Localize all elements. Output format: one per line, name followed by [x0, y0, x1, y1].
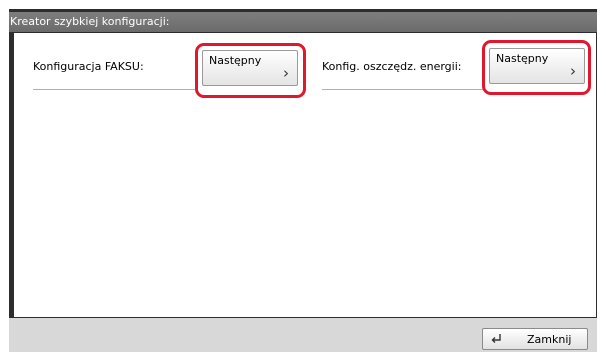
return-arrow-icon [491, 334, 501, 343]
close-button[interactable]: Zamknij [482, 328, 588, 350]
energy-config-label: Konfig. oszczędz. energii: [322, 60, 462, 73]
fax-config-label: Konfiguracja FAKSU: [33, 60, 144, 73]
close-button-label: Zamknij [527, 333, 572, 346]
row-divider [322, 89, 484, 90]
highlight-box [482, 40, 591, 95]
row-divider [33, 89, 195, 90]
title-bar: Kreator szybkiej konfiguracji: [9, 12, 597, 32]
highlight-box [195, 43, 306, 98]
window-title: Kreator szybkiej konfiguracji: [10, 15, 170, 28]
